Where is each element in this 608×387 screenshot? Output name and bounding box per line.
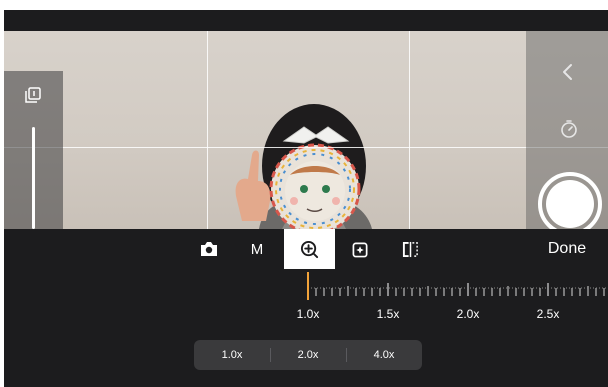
mode-toolbar: M Done: [4, 229, 608, 269]
manual-mode-button[interactable]: M: [244, 229, 270, 269]
right-control-panel: [526, 31, 608, 229]
sparkle-photo-icon: [352, 242, 367, 257]
left-control-panel: [4, 71, 63, 229]
split-view-icon: [402, 241, 418, 257]
ruler-label: 2.5x: [536, 307, 560, 321]
camera-icon: [201, 242, 217, 256]
zoom-preset-4x[interactable]: 4.0x: [346, 340, 422, 370]
chevron-left-icon[interactable]: [560, 63, 576, 81]
viewfinder-scene: [235, 104, 372, 229]
done-button[interactable]: Done: [542, 229, 592, 269]
timer-icon[interactable]: [559, 119, 579, 139]
zoom-ruler[interactable]: 1.0x 1.5x 2.0x 2.5x: [4, 269, 608, 329]
grid-line-v1: [207, 31, 208, 229]
zoom-preset-label: 4.0x: [373, 349, 395, 361]
copies-icon[interactable]: [25, 87, 41, 103]
photo-mode-button[interactable]: [194, 229, 224, 269]
grid-line-h1: [4, 147, 608, 148]
zoom-preset-label: 2.0x: [297, 349, 319, 361]
enhance-button[interactable]: [347, 229, 373, 269]
zoom-plus-icon: [300, 240, 319, 258]
zoom-preset-2x[interactable]: 2.0x: [270, 340, 346, 370]
shutter-button[interactable]: [538, 172, 602, 229]
done-label: Done: [547, 240, 587, 257]
zoom-mode-button[interactable]: [284, 229, 335, 269]
top-bar: [4, 10, 608, 31]
zoom-ruler-ticks: [307, 283, 608, 296]
ruler-label: 1.0x: [296, 307, 320, 321]
ruler-label: 1.5x: [376, 307, 400, 321]
shutter-button-core: [546, 180, 594, 228]
split-view-button[interactable]: [397, 229, 423, 269]
ruler-label: 2.0x: [456, 307, 480, 321]
zoom-presets: 1.0x 2.0x 4.0x: [194, 340, 422, 370]
zoom-level-indicator[interactable]: [307, 272, 309, 300]
manual-mode-label: M: [250, 240, 264, 258]
grid-line-v2: [409, 31, 410, 229]
zoom-preset-1x[interactable]: 1.0x: [194, 340, 270, 370]
zoom-slider-track[interactable]: [32, 127, 35, 229]
zoom-preset-label: 1.0x: [221, 349, 243, 361]
camera-viewfinder[interactable]: [4, 31, 608, 229]
camera-app-window: M Done 1.0x 1.5x 2.0x 2.5x 1.0x 2.0x 4.0…: [4, 10, 608, 387]
